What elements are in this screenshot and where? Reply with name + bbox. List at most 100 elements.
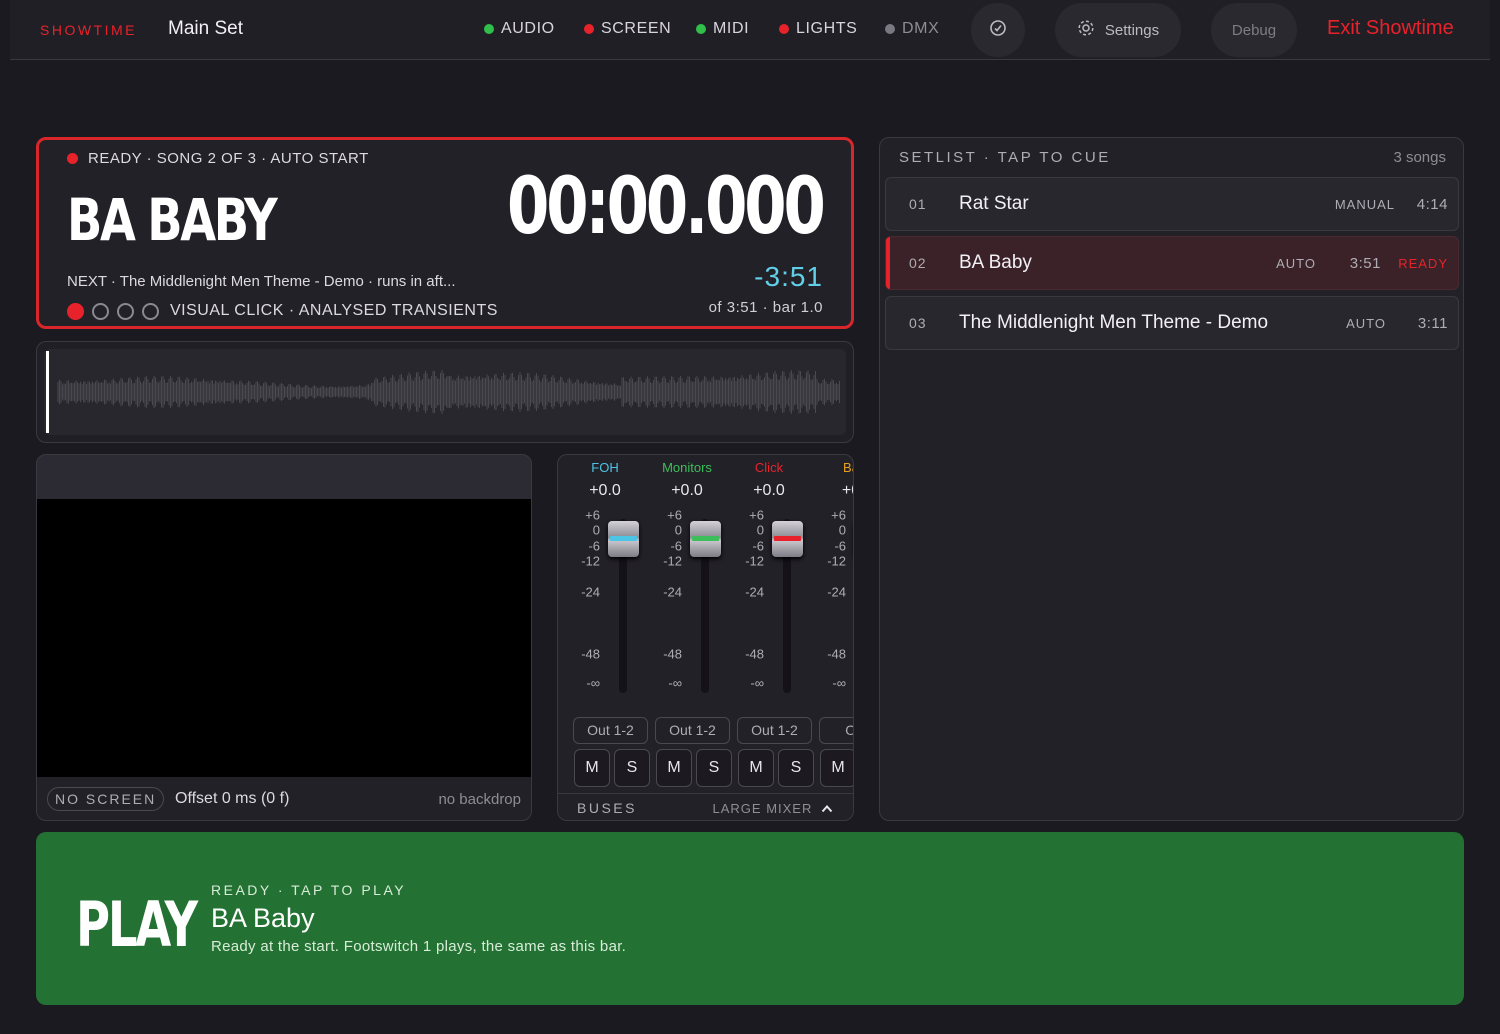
- fader-scale-tick: -48: [581, 646, 600, 662]
- status-midi: MIDI: [696, 20, 749, 38]
- song-title: BA Baby: [959, 252, 1032, 273]
- set-name: Main Set: [168, 18, 243, 39]
- large-mixer-toggle[interactable]: LARGE MIXER: [713, 801, 833, 816]
- mixer-panel: FOH +0.0 +6 0 -6 -12 -24 -48 -∞ Out 1-2 M S Monitors…: [557, 454, 854, 821]
- setlist-song-2[interactable]: 02 BA Baby AUTO 3:51 READY: [885, 236, 1459, 290]
- song-title: The Middlenight Men Theme - Demo: [959, 312, 1269, 333]
- current-song-title: BA BABY: [67, 186, 278, 254]
- fader-color-stripe: [610, 536, 637, 541]
- status-lights: LIGHTS: [779, 20, 857, 38]
- visual-click: VISUAL CLICK · ANALYSED TRANSIENTS: [67, 302, 498, 320]
- setlist-count: 3 songs: [1393, 149, 1446, 166]
- fader-scale-tick: +6: [749, 507, 764, 523]
- mute-button[interactable]: M: [574, 749, 610, 787]
- mixer-channel-strip: Click +0.0 +6 0 -6 -12 -24 -48 -∞ Out 1-2 M S: [728, 455, 814, 787]
- waveform[interactable]: [44, 349, 846, 435]
- setlist-song-3[interactable]: 03 The Middlenight Men Theme - Demo AUTO…: [885, 296, 1459, 350]
- song-duration: 3:11: [1417, 315, 1448, 332]
- status-audio: AUDIO: [484, 20, 555, 38]
- buses-label: BUSES: [577, 800, 637, 816]
- debug-button[interactable]: Debug: [1211, 3, 1297, 57]
- fader-scale-tick: 0: [838, 522, 846, 538]
- channel-name: Ba: [843, 460, 853, 475]
- beat-dot-icon: [142, 302, 159, 320]
- song-number: 02: [909, 255, 927, 271]
- output-routing-button[interactable]: Out 1-2: [737, 717, 812, 744]
- beat-dot-icon: [117, 302, 134, 320]
- fader-scale-tick: +6: [831, 507, 846, 523]
- next-song-info: NEXT · The Middlenight Men Theme - Demo …: [67, 273, 456, 290]
- fader-scale-tick: -24: [581, 584, 600, 600]
- output-routing-button[interactable]: Out 1-2: [655, 717, 730, 744]
- fader-scale: +6 0 -6 -12 -24 -48 -∞: [728, 508, 766, 695]
- fader-handle[interactable]: [690, 521, 721, 557]
- channel-name: Monitors: [662, 460, 712, 475]
- status-dot-icon: [779, 24, 789, 34]
- output-routing-button[interactable]: Out: [819, 717, 853, 744]
- song-number: 03: [909, 315, 927, 331]
- play-label: PLAY: [76, 888, 198, 961]
- channel-gain: +0.0: [589, 482, 621, 499]
- song-ready-badge: READY: [1398, 256, 1448, 271]
- exit-showtime-button[interactable]: Exit Showtime: [1327, 17, 1454, 40]
- fader-scale: +6 0 -6 -12 -24 -48 -∞: [810, 508, 848, 695]
- mixer-footer: BUSES LARGE MIXER: [558, 793, 853, 820]
- beat-dot-icon: [67, 302, 84, 320]
- solo-button[interactable]: S: [614, 749, 650, 787]
- mixer-channel-strip: Monitors +0.0 +6 0 -6 -12 -24 -48 -∞ Out 1-2 M S: [646, 455, 732, 787]
- song-duration: 3:51: [1349, 255, 1381, 272]
- waveform-panel[interactable]: [36, 341, 854, 443]
- fader-handle[interactable]: [608, 521, 639, 557]
- fader-scale-tick: -12: [663, 553, 682, 569]
- solo-button[interactable]: S: [696, 749, 732, 787]
- fader-scale-tick: 0: [756, 522, 764, 538]
- elapsed-clock: 00:00.000: [507, 162, 826, 252]
- fader-scale-tick: -6: [588, 538, 600, 554]
- song-start-mode: AUTO: [1346, 316, 1386, 331]
- ready-dot-icon: [67, 153, 78, 164]
- fader-scale-tick: -48: [663, 646, 682, 662]
- fader-scale-tick: -24: [745, 584, 764, 600]
- solo-button[interactable]: S: [778, 749, 814, 787]
- transport-status: READY · SONG 2 OF 3 · AUTO START: [67, 150, 369, 167]
- screen-preview-footer: NO SCREEN Offset 0 ms (0 f) no backdrop: [37, 777, 531, 820]
- visual-click-label: VISUAL CLICK · ANALYSED TRANSIENTS: [170, 302, 498, 319]
- mute-button[interactable]: M: [656, 749, 692, 787]
- screen-offset[interactable]: Offset 0 ms (0 f): [175, 790, 289, 808]
- fader-scale-tick: -∞: [750, 675, 764, 691]
- backdrop-status: no backdrop: [438, 791, 521, 808]
- fader-scale-tick: -∞: [668, 675, 682, 691]
- chevron-up-icon: [821, 801, 833, 816]
- play-button[interactable]: PLAY READY · TAP TO PLAY BA Baby Ready a…: [36, 832, 1464, 1005]
- link-icon: [989, 19, 1007, 41]
- fader-color-stripe: [692, 536, 719, 541]
- fader-scale-tick: -∞: [586, 675, 600, 691]
- song-start-mode: AUTO: [1276, 256, 1316, 271]
- setlist-song-1[interactable]: 01 Rat Star MANUAL 4:14: [885, 177, 1459, 231]
- mute-button[interactable]: M: [738, 749, 774, 787]
- fader-scale-tick: 0: [592, 522, 600, 538]
- waveform-graphic: [57, 370, 840, 414]
- link-button[interactable]: [971, 3, 1025, 57]
- play-song-title: BA Baby: [211, 903, 315, 933]
- playhead[interactable]: [46, 351, 49, 433]
- mute-button[interactable]: M: [820, 749, 853, 787]
- mixer-channel-strip: Ba +0 +60-6-12 -24 -48 -∞ Out M: [810, 455, 853, 787]
- screen-output-preview: [37, 499, 531, 777]
- fader-handle[interactable]: [772, 521, 803, 557]
- beat-indicators: [67, 302, 159, 320]
- song-start-mode: MANUAL: [1334, 197, 1395, 212]
- channel-name: FOH: [591, 460, 619, 475]
- settings-button[interactable]: Settings: [1055, 3, 1181, 57]
- fader-scale-tick: -24: [663, 584, 682, 600]
- fader-scale-tick: -12: [581, 553, 600, 569]
- fader-color-stripe: [774, 536, 801, 541]
- output-routing-button[interactable]: Out 1-2: [573, 717, 648, 744]
- status-dot-icon: [584, 24, 594, 34]
- settings-label: Settings: [1104, 21, 1160, 39]
- fader-scale-tick: -12: [745, 553, 764, 569]
- debug-label: Debug: [1231, 21, 1277, 39]
- song-number: 01: [909, 196, 927, 212]
- fader-scale-tick: -48: [745, 646, 764, 662]
- status-dot-icon: [484, 24, 494, 34]
